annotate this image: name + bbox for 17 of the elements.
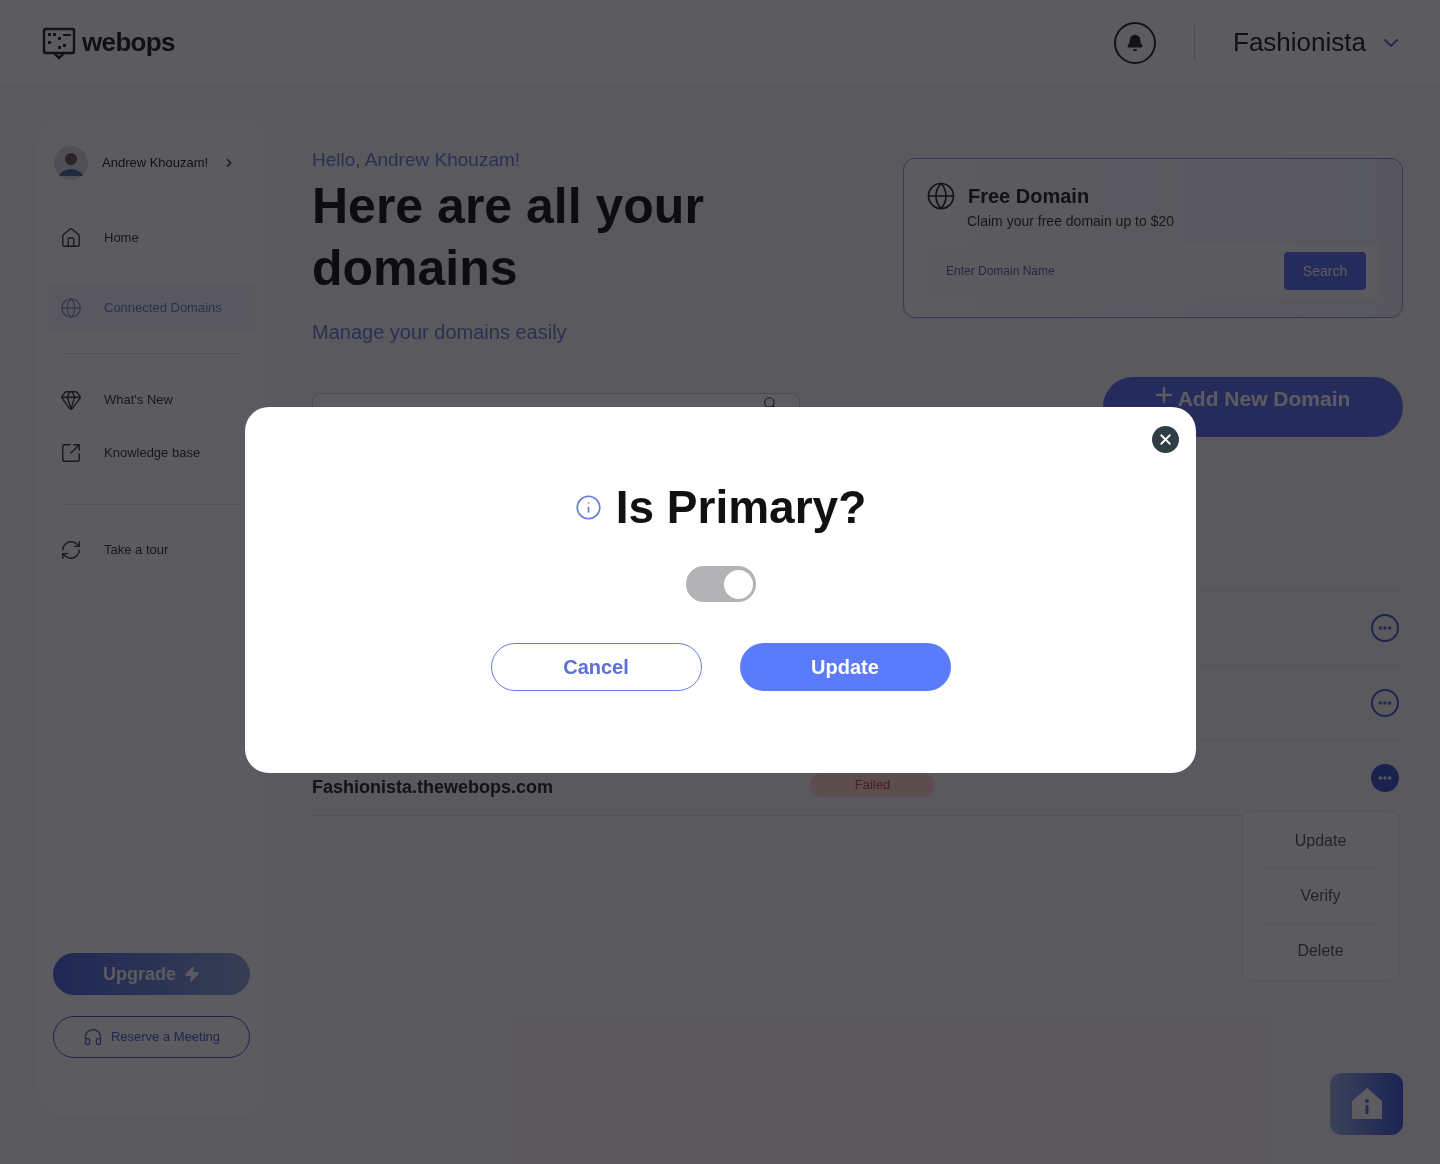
menu-item[interactable]: Delete [1261, 924, 1380, 978]
dialog-title: Is Primary? [615, 479, 867, 535]
domain-name: Fashionista.thewebops.com [312, 776, 555, 799]
update-button[interactable]: Update [739, 643, 951, 691]
sidebar-item[interactable]: Home [48, 214, 255, 262]
menu-item[interactable]: Verify [1261, 869, 1380, 923]
page-heading: Here are all your domains [312, 176, 705, 298]
card-title: Free Domain [968, 184, 1090, 209]
workspace-dropdown[interactable]: Fashionista [1233, 23, 1398, 62]
tour-link[interactable]: Take a tour [48, 526, 255, 574]
profile-link[interactable]: Andrew Khouzam! [54, 146, 249, 180]
menu-item[interactable]: Update [1261, 814, 1380, 868]
sidebar-item[interactable]: Knowledge base [48, 429, 255, 477]
cancel-button[interactable]: Cancel [490, 643, 702, 691]
logo-text: webops [82, 26, 175, 59]
sidebar-item[interactable]: What's New [48, 376, 255, 424]
card-subtitle: Claim your free domain up to $20 [967, 212, 1175, 231]
